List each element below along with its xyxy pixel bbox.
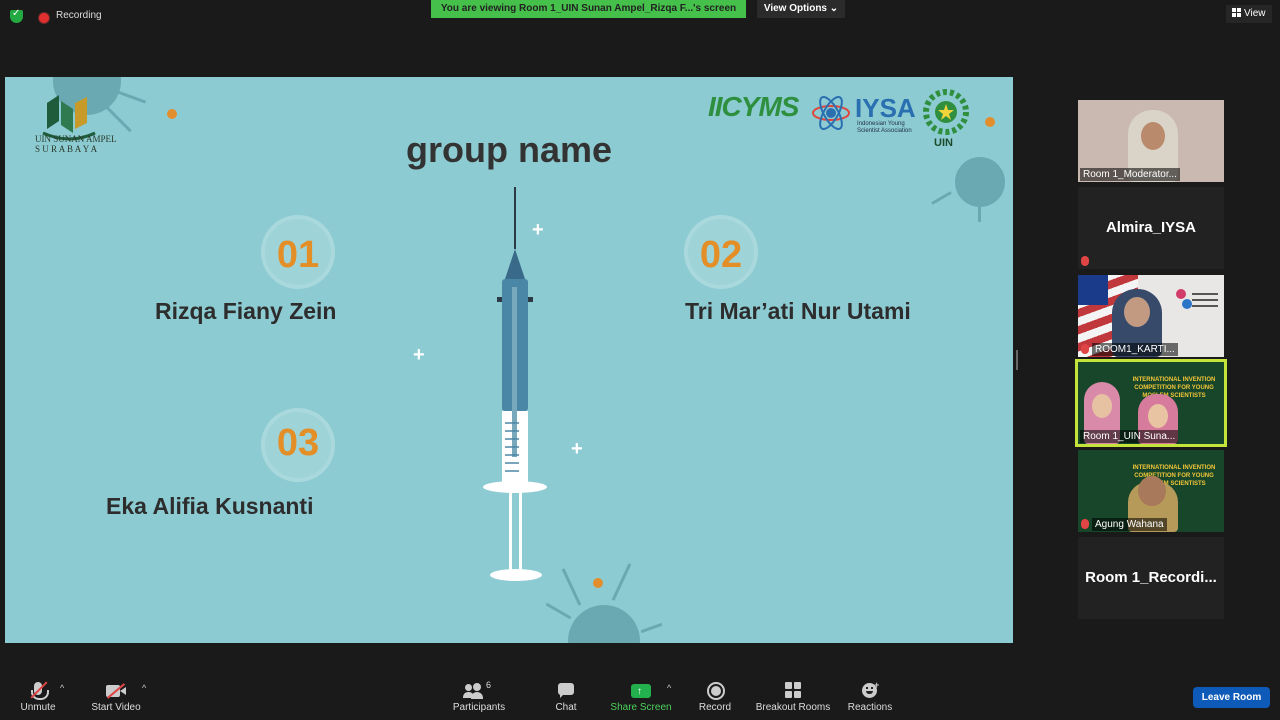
member-number: 02	[699, 234, 743, 276]
virus-decoration	[568, 605, 640, 643]
virus-spike	[116, 90, 147, 104]
participants-label: Participants	[452, 702, 506, 713]
participants-count: 6	[486, 680, 492, 690]
iysa-atom-icon	[811, 93, 851, 133]
video-options-caret[interactable]: ^	[142, 683, 146, 693]
member-name: Rizqa Fiany Zein	[155, 298, 337, 324]
orange-dot	[167, 109, 177, 119]
virus-spike	[561, 568, 582, 606]
view-label: View	[1244, 8, 1266, 19]
breakout-rooms-icon	[783, 680, 803, 702]
member-number: 01	[276, 234, 320, 276]
syringe-illustration	[483, 187, 547, 581]
record-button[interactable]: Record	[695, 680, 735, 713]
viewing-screen-banner: You are viewing Room 1_UIN Sunan Ampel_R…	[431, 0, 746, 18]
reactions-button[interactable]: + Reactions	[844, 680, 896, 713]
virus-spike	[101, 101, 132, 133]
start-video-button[interactable]: Start Video	[88, 680, 144, 713]
virus-spike	[545, 602, 572, 620]
chat-icon	[556, 680, 576, 702]
participant-name: Room 1_Recordi...	[1085, 569, 1217, 586]
microphone-muted-icon	[28, 680, 49, 702]
grid-icon	[1232, 8, 1241, 17]
breakout-rooms-button[interactable]: Breakout Rooms	[752, 680, 834, 713]
virus-spike	[978, 202, 981, 222]
chat-label: Chat	[555, 702, 577, 713]
video-camera-off-icon	[104, 680, 128, 702]
participant-face	[1124, 297, 1150, 327]
participant-face	[1141, 122, 1165, 150]
member-name: Tri Mar’ati Nur Utami	[685, 298, 911, 324]
participant-face	[1138, 476, 1166, 506]
participant-name: ROOM1_KARTI...	[1092, 343, 1178, 356]
muted-mic-icon	[1081, 256, 1089, 266]
participant-face	[1092, 394, 1112, 418]
association-logo	[1176, 289, 1220, 319]
participant-name: Room 1_UIN Suna...	[1080, 430, 1179, 443]
plus-decoration: +	[413, 344, 425, 366]
participant-tile[interactable]: Almira_IYSA	[1078, 187, 1224, 269]
recording-icon	[38, 12, 50, 24]
participant-tile[interactable]: INTERNATIONAL INVENTION COMPETITION FOR …	[1078, 450, 1224, 532]
view-options-button[interactable]: View Options ⌄	[757, 0, 845, 18]
shared-screen-slide: + + + UIN SUNAN AMPEL S U R A B A Y A II…	[5, 77, 1013, 643]
record-icon	[705, 680, 725, 702]
recording-label: Recording	[56, 10, 102, 21]
plus-decoration: +	[571, 438, 583, 460]
member-number: 03	[276, 422, 320, 464]
virus-spike	[611, 563, 632, 601]
orange-dot	[593, 578, 603, 588]
muted-mic-icon	[1081, 519, 1089, 529]
participants-icon: 6	[461, 680, 497, 702]
encryption-shield-icon[interactable]	[10, 8, 23, 23]
leave-room-button[interactable]: Leave Room	[1193, 687, 1270, 708]
participant-name: Almira_IYSA	[1105, 219, 1197, 236]
chat-button[interactable]: Chat	[546, 680, 586, 713]
virus-spike	[640, 622, 663, 634]
participants-button[interactable]: 6 Participants	[448, 680, 510, 713]
share-options-caret[interactable]: ^	[667, 683, 671, 693]
member-name: Eka Alifia Kusnanti	[106, 493, 314, 519]
breakout-rooms-label: Breakout Rooms	[755, 702, 831, 713]
participant-tile[interactable]: ROOM1_KARTI...	[1078, 275, 1224, 357]
share-screen-label: Share Screen	[610, 702, 672, 713]
share-screen-button[interactable]: ↑ Share Screen	[608, 680, 674, 713]
participant-tile[interactable]: Room 1_Moderator...	[1078, 100, 1224, 182]
participant-tile[interactable]: Room 1_Recordi...	[1078, 537, 1224, 619]
muted-mic-icon	[1081, 344, 1089, 354]
participant-name: Agung Wahana	[1092, 518, 1167, 531]
start-video-label: Start Video	[91, 702, 141, 713]
reactions-smiley-icon: +	[860, 680, 880, 702]
share-screen-icon: ↑	[629, 680, 653, 702]
panel-resize-handle[interactable]	[1016, 350, 1018, 370]
flag-canton	[1078, 275, 1108, 305]
unmute-button[interactable]: Unmute	[14, 680, 62, 713]
view-button[interactable]: View	[1226, 5, 1272, 23]
slide-title: group name	[405, 129, 612, 170]
reactions-label: Reactions	[847, 702, 893, 713]
participant-tile-active-speaker[interactable]: INTERNATIONAL INVENTION COMPETITION FOR …	[1078, 362, 1224, 444]
virus-spike	[931, 191, 952, 205]
record-label: Record	[698, 702, 732, 713]
unmute-label: Unmute	[20, 702, 56, 713]
participant-face	[1148, 404, 1168, 428]
orange-dot	[985, 117, 995, 127]
audio-options-caret[interactable]: ^	[60, 683, 64, 693]
iysa-logo-text: IYSA	[855, 93, 916, 123]
participant-name: Room 1_Moderator...	[1080, 168, 1180, 181]
